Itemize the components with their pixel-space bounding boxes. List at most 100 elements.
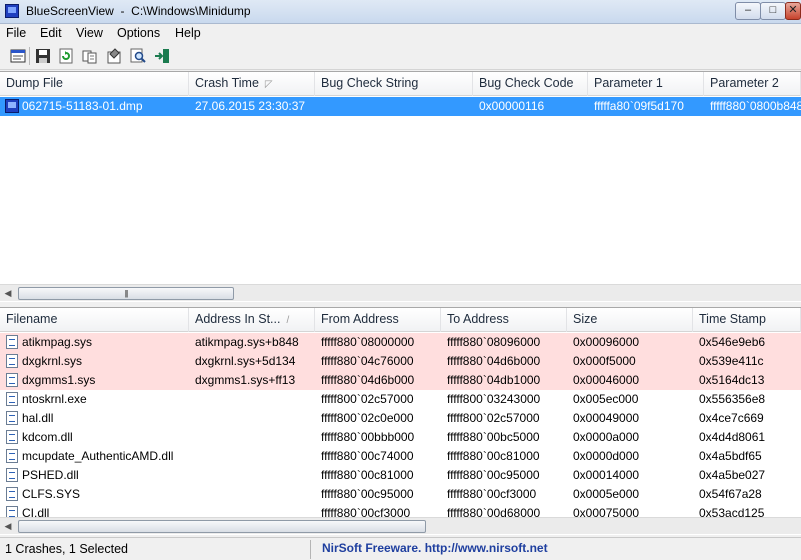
crash-row[interactable]: 062715-51183-01.dmp 27.06.2015 23:30:37 … xyxy=(0,97,801,116)
cell-filename: hal.dll xyxy=(22,411,54,425)
column-bug-check-string[interactable]: Bug Check String xyxy=(315,72,473,96)
scroll-thumb[interactable] xyxy=(18,520,426,533)
driver-list-header: Filename Address In St... / From Address … xyxy=(0,308,801,332)
driver-row[interactable]: atikmpag.sys atikmpag.sys+b848 fffff880`08… xyxy=(0,333,801,352)
column-from-address[interactable]: From Address xyxy=(315,308,441,332)
maximize-button[interactable]: □ xyxy=(760,2,786,20)
driver-list-horizontal-scrollbar[interactable]: ◀ xyxy=(0,517,801,534)
column-parameter-1[interactable]: Parameter 1 xyxy=(588,72,704,96)
driver-row[interactable]: PSHED.dll fffff880`00c81000 fffff880`00c95… xyxy=(0,466,801,485)
column-address-in-stack[interactable]: Address In St... / xyxy=(189,308,315,332)
menu-help[interactable]: Help xyxy=(173,25,203,41)
column-dump-file[interactable]: Dump File xyxy=(0,72,189,96)
refresh-icon[interactable] xyxy=(56,46,76,66)
cell-from-address: fffff880`00c81000 xyxy=(321,468,414,482)
status-divider xyxy=(310,540,311,559)
driver-list[interactable]: Filename Address In St... / From Address … xyxy=(0,307,801,535)
cell-size: 0x000f5000 xyxy=(573,354,636,368)
cell-address-in-stack: atikmpag.sys+b848 xyxy=(195,335,299,349)
exit-icon[interactable] xyxy=(152,46,172,66)
cell-from-address: fffff880`00c74000 xyxy=(321,449,414,463)
cell-time-stamp: 0x54f67a28 xyxy=(699,487,762,501)
cell-time-stamp: 0x4d4d8061 xyxy=(699,430,766,444)
driver-row[interactable]: ntoskrnl.exe fffff800`02c57000 fffff800`03… xyxy=(0,390,801,409)
cell-parameter-1: fffffa80`09f5d170 xyxy=(594,99,684,113)
driver-row[interactable]: dxgkrnl.sys dxgkrnl.sys+5d134 fffff880`04c… xyxy=(0,352,801,371)
column-size[interactable]: Size xyxy=(567,308,693,332)
cell-filename: mcupdate_AuthenticAMD.dll xyxy=(22,449,174,463)
properties-icon[interactable] xyxy=(104,46,124,66)
cell-address-in-stack: dxgmms1.sys+ff13 xyxy=(195,373,296,387)
cell-to-address: fffff800`03243000 xyxy=(447,392,541,406)
menu-view[interactable]: View xyxy=(74,25,105,41)
save-icon[interactable] xyxy=(33,46,53,66)
menu-options[interactable]: Options xyxy=(115,25,162,41)
cell-address-in-stack xyxy=(189,485,315,504)
cell-size: 0x0005e000 xyxy=(573,487,640,501)
window-title: BlueScreenView - C:\Windows\Minidump xyxy=(26,4,251,18)
cell-to-address: fffff880`00bc5000 xyxy=(447,430,540,444)
nirsoft-link[interactable]: NirSoft Freeware. http://www.nirsoft.net xyxy=(322,541,548,555)
cell-time-stamp: 0x539e411c xyxy=(699,354,764,368)
column-filename[interactable]: Filename xyxy=(0,308,189,332)
driver-row[interactable]: kdcom.dll fffff880`00bbb000 fffff880`00bc5… xyxy=(0,428,801,447)
cell-from-address: fffff880`08000000 xyxy=(321,335,415,349)
cell-to-address: fffff880`00cf3000 xyxy=(447,487,537,501)
cell-address-in-stack xyxy=(189,466,315,485)
copy-icon[interactable] xyxy=(80,46,100,66)
driver-row[interactable]: dxgmms1.sys dxgmms1.sys+ff13 fffff880`04d6… xyxy=(0,371,801,390)
cell-size: 0x0000a000 xyxy=(573,430,640,444)
column-crash-time[interactable]: Crash Time ◸ xyxy=(189,72,315,96)
cell-filename: ntoskrnl.exe xyxy=(22,392,87,406)
cell-dump-file: 062715-51183-01.dmp xyxy=(22,99,143,113)
column-parameter-2[interactable]: Parameter 2 xyxy=(704,72,801,96)
find-icon[interactable] xyxy=(128,46,148,66)
cell-size: 0x00096000 xyxy=(573,335,640,349)
cell-from-address: fffff800`02c57000 xyxy=(321,392,414,406)
options-icon[interactable] xyxy=(8,46,28,66)
cell-address-in-stack: dxgkrnl.sys+5d134 xyxy=(195,354,296,368)
cell-to-address: fffff880`08096000 xyxy=(447,335,541,349)
cell-from-address: fffff880`04c76000 xyxy=(321,354,414,368)
cell-from-address: fffff880`04d6b000 xyxy=(321,373,415,387)
scroll-left-icon[interactable]: ◀ xyxy=(0,519,16,534)
driver-row[interactable]: hal.dll fffff800`02c0e000 fffff800`02c5700… xyxy=(0,409,801,428)
crash-list-horizontal-scrollbar[interactable]: ◀ ||| xyxy=(0,284,801,301)
status-crash-count: 1 Crashes, 1 Selected xyxy=(5,542,128,556)
column-time-stamp[interactable]: Time Stamp xyxy=(693,308,801,332)
crash-list[interactable]: Dump File Crash Time ◸ Bug Check String B… xyxy=(0,71,801,302)
menu-file[interactable]: File xyxy=(4,25,28,41)
cell-to-address: fffff880`04db1000 xyxy=(447,373,541,387)
toolbar xyxy=(0,43,801,70)
scroll-thumb[interactable]: ||| xyxy=(18,287,234,300)
cell-time-stamp: 0x5164dc13 xyxy=(699,373,765,387)
cell-to-address: fffff880`00c95000 xyxy=(447,468,540,482)
cell-size: 0x005ec000 xyxy=(573,392,639,406)
scroll-left-icon[interactable]: ◀ xyxy=(0,286,16,301)
crash-list-header: Dump File Crash Time ◸ Bug Check String B… xyxy=(0,72,801,96)
menu-edit[interactable]: Edit xyxy=(38,25,64,41)
cell-filename: dxgmms1.sys xyxy=(22,373,96,387)
cell-size: 0x0000d000 xyxy=(573,449,640,463)
minimize-button[interactable]: – xyxy=(735,2,761,20)
cell-filename: atikmpag.sys xyxy=(22,335,93,349)
cell-filename: CLFS.SYS xyxy=(22,487,81,501)
toolbar-separator xyxy=(29,47,30,65)
column-bug-check-code[interactable]: Bug Check Code xyxy=(473,72,588,96)
cell-to-address: fffff880`04d6b000 xyxy=(447,354,541,368)
sort-indicator-icon: / xyxy=(286,315,290,326)
cell-from-address: fffff880`00bbb000 xyxy=(321,430,415,444)
cell-size: 0x00014000 xyxy=(573,468,640,482)
cell-time-stamp: 0x4a5bdf65 xyxy=(699,449,762,463)
cell-to-address: fffff800`02c57000 xyxy=(447,411,540,425)
driver-row[interactable]: mcupdate_AuthenticAMD.dll fffff880`00c740… xyxy=(0,447,801,466)
cell-size: 0x00049000 xyxy=(573,411,640,425)
cell-bug-check-string xyxy=(315,97,473,116)
menu-bar: File Edit View Options Help xyxy=(0,24,801,43)
status-bar: 1 Crashes, 1 Selected NirSoft Freeware. … xyxy=(0,537,801,560)
cell-crash-time: 27.06.2015 23:30:37 xyxy=(195,99,306,113)
cell-parameter-2: fffff880`0800b848 xyxy=(710,99,801,113)
column-to-address[interactable]: To Address xyxy=(441,308,567,332)
close-button[interactable]: ✕ xyxy=(785,2,801,20)
driver-row[interactable]: CLFS.SYS fffff880`00c95000 fffff880`00cf30… xyxy=(0,485,801,504)
